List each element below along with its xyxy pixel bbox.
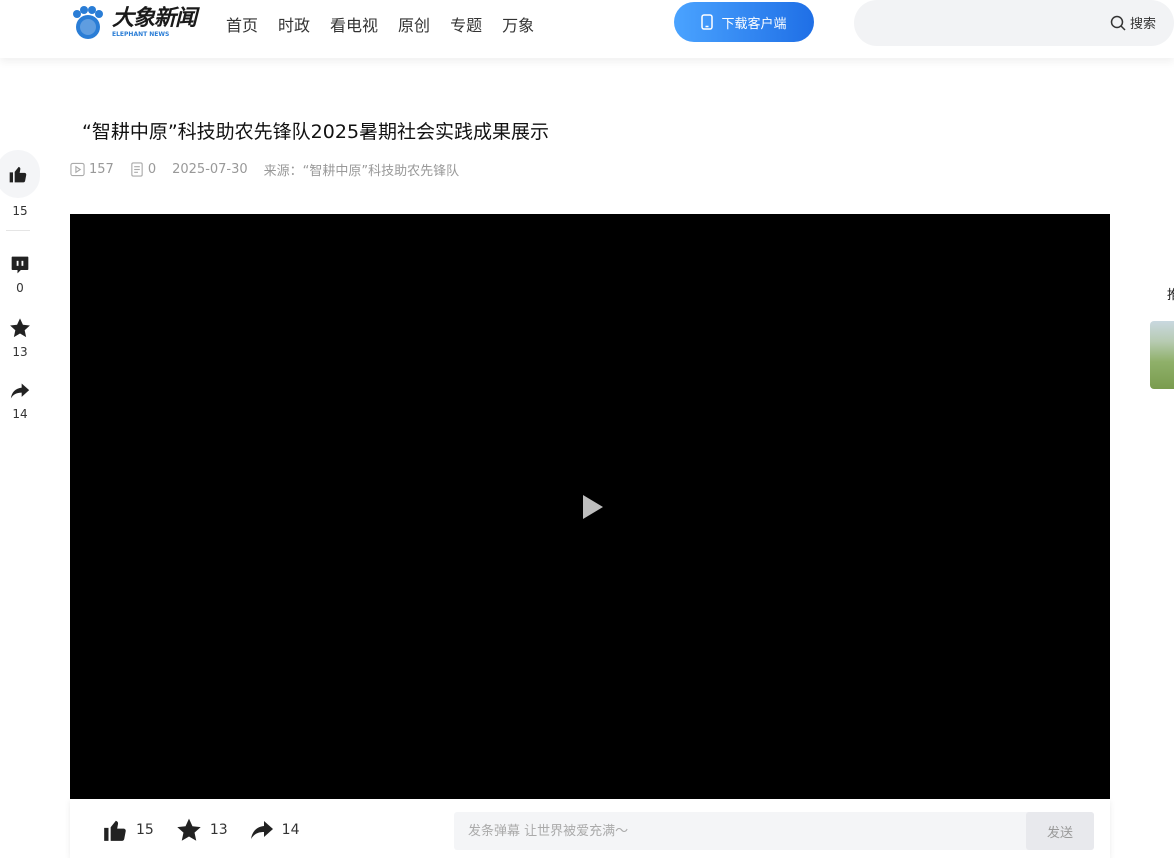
nav-item-home[interactable]: 首页 [226,12,258,36]
rail-like-count: 15 [12,204,28,218]
danmaku-box: 发送 [454,812,1094,850]
bar-like-button[interactable]: 15 [102,817,154,843]
view-count: 157 [70,162,114,177]
nav-item-politics[interactable]: 时政 [278,12,310,36]
nav-item-topics[interactable]: 专题 [450,12,482,36]
sidebar-heading-fragment: 推 [1167,288,1174,303]
play-count-icon [70,162,85,177]
document-icon [131,162,143,177]
star-icon [177,818,201,841]
search-box[interactable]: 搜索 [854,0,1174,46]
nav-item-wanxiang[interactable]: 万象 [502,12,534,36]
bar-favorite-button[interactable]: 13 [176,817,228,843]
article-source: 来源：“智耕中原”科技助农先锋队 [263,164,460,179]
publish-date: 2025-07-30 [172,162,248,177]
rail-favorite-count: 13 [12,345,28,359]
comment-count-value: 0 [147,162,157,177]
bar-favorite-count: 13 [209,822,228,838]
video-action-bar: 15 13 14 发送 [70,799,1110,858]
sidebar-thumbnail[interactable] [1150,321,1174,389]
share-icon [250,821,273,839]
side-action-rail: 15 0 13 14 [0,150,40,421]
view-count-value: 157 [89,162,114,177]
site-logo[interactable]: 大象新闻 ELEPHANT NEWS [70,4,210,42]
download-app-button[interactable]: 下载客户端 [674,2,814,42]
search-label: 搜索 [1129,17,1156,32]
send-danmaku-button[interactable]: 发送 [1026,812,1094,850]
logo-title: 大象新闻 [112,6,197,31]
rail-like-button[interactable]: 15 [0,150,40,218]
main-nav: 首页 时政 看电视 原创 专题 万象 [226,12,534,36]
search-button[interactable]: 搜索 [1110,13,1156,32]
phone-icon [701,14,714,30]
video-player[interactable] [70,214,1110,799]
nav-item-tv[interactable]: 看电视 [330,12,378,36]
thumbs-up-icon [104,820,126,841]
star-icon [10,318,30,338]
share-icon [10,383,30,399]
comment-count: 0 [130,162,156,177]
thumbs-up-icon [9,166,27,183]
top-header: 大象新闻 ELEPHANT NEWS 首页 时政 看电视 原创 专题 万象 下载… [0,0,1174,58]
download-app-label: 下载客户端 [721,16,787,32]
article-title: “智耕中原”科技助农先锋队2025暑期社会实践成果展示 [82,121,550,143]
danmaku-input[interactable] [454,812,1026,850]
rail-share-button[interactable]: 14 [0,381,40,421]
article-meta: 157 0 2025-07-30 来源：“智耕中原”科技助农先锋队 [70,160,475,179]
rail-comment-button[interactable]: 0 [0,255,40,295]
rail-comment-count: 0 [16,281,24,295]
nav-item-original[interactable]: 原创 [398,12,430,36]
bar-like-count: 15 [136,822,154,838]
bar-share-count: 14 [281,822,300,838]
play-icon [583,495,603,519]
rail-divider [6,230,30,231]
search-icon [1110,15,1126,31]
comment-icon [11,256,29,274]
rail-favorite-button[interactable]: 13 [0,317,40,359]
logo-subtitle: ELEPHANT NEWS [112,31,170,38]
bar-share-button[interactable]: 14 [250,818,300,842]
elephant-paw-icon [70,5,106,41]
rail-share-count: 14 [12,407,28,421]
play-button[interactable] [582,494,604,524]
